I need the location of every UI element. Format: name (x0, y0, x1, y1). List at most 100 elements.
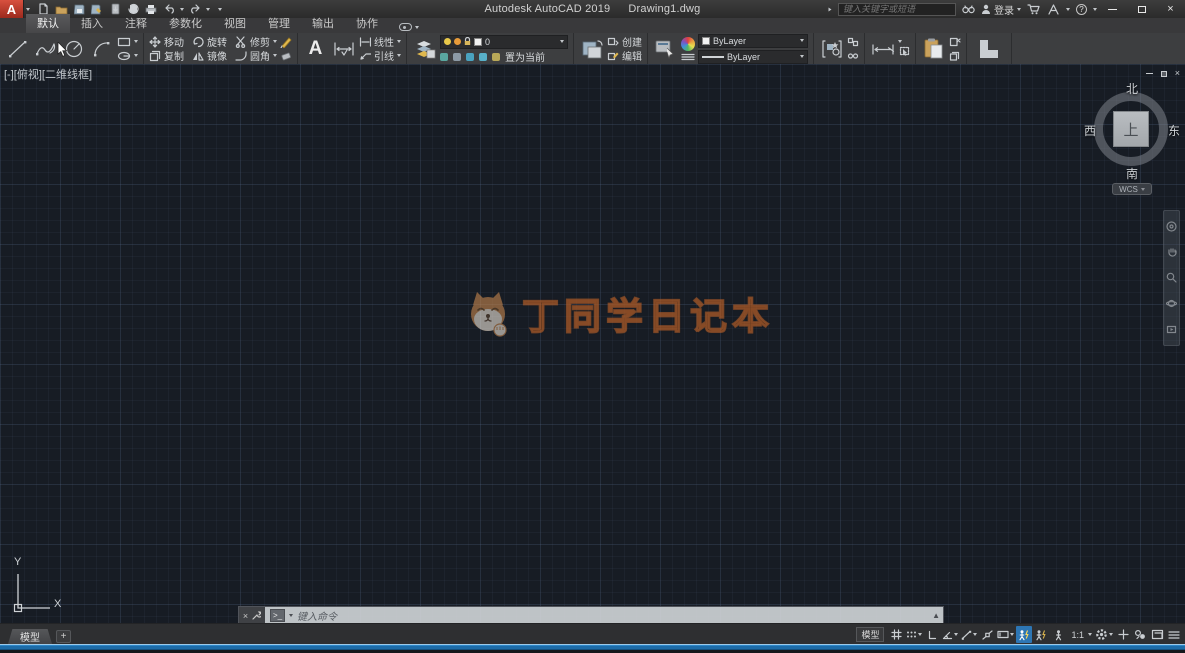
model-space-toggle[interactable]: 模型 (856, 627, 885, 642)
zoom-icon[interactable] (1166, 272, 1177, 284)
layer-off-tool-icon[interactable] (440, 52, 448, 61)
rectangle-caret-icon[interactable] (134, 40, 138, 43)
app-menu-button[interactable]: A (0, 0, 24, 18)
viewcube-south[interactable]: 南 (1082, 165, 1182, 182)
polar-caret-icon[interactable] (954, 633, 959, 636)
tab-output[interactable]: 输出 (301, 14, 345, 33)
search-input[interactable] (838, 2, 956, 16)
layer-properties-tool[interactable] (412, 35, 437, 63)
text-tool[interactable]: A (303, 35, 328, 63)
copy-tool[interactable]: 复制 (149, 50, 184, 63)
tab-collaborate[interactable]: 协作 (345, 14, 389, 33)
copy-clip-icon[interactable] (949, 50, 961, 62)
annotation-scale-value[interactable]: 1:1 (1067, 626, 1093, 643)
ellipse-caret-icon[interactable] (134, 54, 138, 57)
lineweight-select[interactable]: ByLayer (698, 49, 808, 64)
command-prompt-button[interactable]: >_ (270, 609, 285, 622)
showmotion-icon[interactable] (1166, 324, 1177, 335)
leader-tool[interactable]: 引线 (359, 50, 401, 63)
create-block-tool[interactable]: 创建 (607, 36, 642, 49)
layer-lock-tool-icon[interactable] (479, 52, 487, 61)
redo-caret-icon[interactable] (206, 7, 210, 11)
workspace-switching[interactable] (1094, 626, 1114, 643)
arc-tool[interactable] (89, 35, 114, 63)
dynamic-input-toggle[interactable] (996, 626, 1015, 643)
linear-caret-icon[interactable] (397, 40, 401, 43)
viewcube-east[interactable]: 东 (1168, 122, 1180, 139)
snap-toggle[interactable] (905, 626, 923, 643)
ellipse-tool[interactable] (117, 50, 138, 62)
list-lines-icon[interactable] (681, 53, 695, 61)
sign-in-control[interactable]: 登录 (981, 2, 1021, 17)
navigation-bar[interactable] (1163, 210, 1180, 346)
insert-block-tool[interactable] (579, 35, 604, 63)
mirror-tool[interactable]: 镜像 (192, 50, 227, 63)
grid-toggle[interactable] (888, 626, 904, 643)
workspace-caret-icon[interactable] (1109, 633, 1113, 636)
rotate-tool[interactable]: 旋转 (192, 36, 227, 49)
tab-annotate[interactable]: 注释 (114, 14, 158, 33)
dimension-tool[interactable] (331, 35, 356, 63)
viewport-controls[interactable]: [-][俯视][二维线框] (4, 66, 92, 82)
set-current-layer-button[interactable]: 置为当前 (505, 49, 545, 64)
isolate-objects-toggle[interactable] (1132, 626, 1148, 643)
doc-minimize-button[interactable] (1145, 73, 1153, 74)
pan-icon[interactable] (1166, 247, 1177, 258)
command-prompt-caret-icon[interactable] (289, 614, 293, 617)
viewcube-west[interactable]: 西 (1084, 122, 1096, 139)
doc-close-button[interactable]: × (1175, 69, 1180, 78)
fillet-caret-icon[interactable] (273, 54, 277, 57)
match-properties-icon[interactable] (280, 36, 292, 48)
basepoint-tool[interactable] (972, 35, 1006, 63)
snap-caret-icon[interactable] (918, 633, 923, 636)
command-close-icon[interactable]: × (243, 611, 248, 621)
app-store-icon[interactable] (1047, 3, 1060, 15)
trim-caret-icon[interactable] (273, 40, 277, 43)
command-line-handle[interactable]: × (239, 607, 265, 624)
rectangle-tool[interactable] (117, 36, 138, 48)
polyline-tool[interactable] (33, 35, 58, 63)
tab-parametric[interactable]: 参数化 (158, 14, 213, 33)
color-wheel-icon[interactable] (681, 36, 695, 51)
move-tool[interactable]: 移动 (149, 35, 184, 49)
trim-tool[interactable]: 修剪 (235, 35, 277, 49)
ungroup-icon[interactable] (847, 36, 859, 48)
measure-tool[interactable] (870, 35, 895, 63)
tab-manage[interactable]: 管理 (257, 14, 301, 33)
search-expand-icon[interactable] (828, 7, 832, 11)
layer-freeze-tool-icon[interactable] (466, 52, 474, 61)
command-customize-wrench-icon[interactable] (252, 611, 262, 620)
osnap-tracking-caret-icon[interactable] (973, 633, 978, 636)
layer-select[interactable]: 0 (440, 34, 568, 49)
dynamic-input-caret-icon[interactable] (1010, 633, 1015, 636)
edit-block-tool[interactable]: 编辑 (607, 50, 642, 63)
group-edit-icon[interactable] (847, 50, 859, 62)
help-caret-icon[interactable] (1093, 7, 1097, 11)
object-color-select[interactable]: ByLayer (698, 33, 808, 48)
viewcube-top-face[interactable]: 上 (1113, 111, 1149, 147)
properties-tool[interactable] (653, 35, 678, 63)
layer-isolate-tool-icon[interactable] (453, 52, 461, 61)
linear-dimension-tool[interactable]: 线性 (359, 36, 401, 49)
qat-customize-caret-icon[interactable] (218, 7, 222, 11)
tab-view[interactable]: 视图 (213, 14, 257, 33)
viewcube-north[interactable]: 北 (1082, 80, 1182, 97)
polar-tracking-toggle[interactable] (941, 626, 959, 643)
quick-select-icon[interactable] (898, 45, 910, 57)
tab-insert[interactable]: 插入 (70, 14, 114, 33)
customization-menu[interactable] (1166, 626, 1182, 643)
cut-icon[interactable] (949, 36, 961, 48)
measure-caret-icon[interactable] (898, 40, 902, 43)
featured-apps-control[interactable] (399, 23, 419, 33)
close-button[interactable]: × (1156, 0, 1185, 18)
drawing-canvas[interactable]: [-][俯视][二维线框] × 上 北 南 西 东 WCS 丁同学日记本 Y X… (0, 64, 1185, 625)
annotation-visibility-toggle[interactable] (1016, 626, 1033, 643)
maximize-button[interactable] (1127, 0, 1156, 18)
annotation-scale-person-toggle[interactable] (1050, 626, 1066, 643)
layer-match-tool-icon[interactable] (492, 52, 500, 61)
annotation-autoscale-toggle[interactable] (1033, 626, 1049, 643)
add-layout-button[interactable]: + (56, 630, 71, 643)
ortho-toggle[interactable] (924, 626, 940, 643)
orbit-icon[interactable] (1166, 298, 1177, 309)
full-navigation-wheel-icon[interactable] (1166, 221, 1177, 232)
